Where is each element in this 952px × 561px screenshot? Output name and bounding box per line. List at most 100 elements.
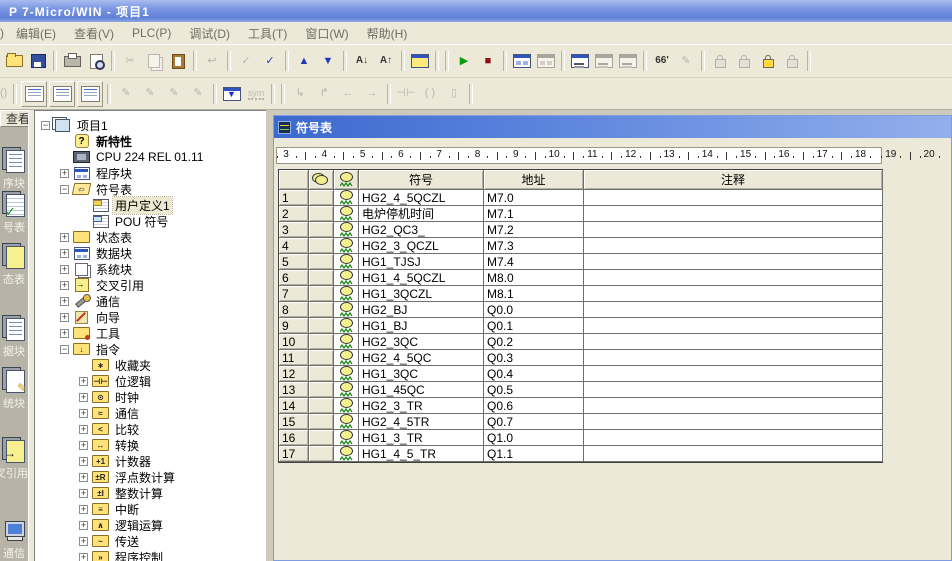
symbol-indicator-cell[interactable] [334, 382, 359, 398]
tree-expand-expand-box[interactable]: + [79, 537, 88, 546]
row-number-cell[interactable]: 11 [279, 350, 309, 366]
row-number-cell[interactable]: 15 [279, 414, 309, 430]
tree-expand-expand-box[interactable]: + [60, 265, 69, 274]
tree-expand-expand-box[interactable]: + [79, 425, 88, 434]
comment-cell[interactable] [584, 382, 883, 398]
navbar-view-header[interactable]: 查看 [0, 110, 28, 127]
tree-item-project[interactable]: −项目1 [35, 117, 266, 133]
symbol-indicator-cell[interactable] [334, 270, 359, 286]
tree-item-pou-symbols[interactable]: POU 符号 [35, 213, 266, 229]
options-button[interactable] [409, 51, 431, 71]
symbol-indicator-cell[interactable] [334, 430, 359, 446]
symbol-indicator-cell[interactable] [334, 414, 359, 430]
symbol-indicator-cell[interactable] [334, 190, 359, 206]
symbol-indicator-cell[interactable] [334, 206, 359, 222]
tree-item-system-block[interactable]: +系统块 [35, 261, 266, 277]
symbol-cell[interactable]: HG2_3QC [359, 334, 484, 350]
tree-expand-expand-box[interactable]: + [60, 297, 69, 306]
upload-button[interactable]: ▲ [293, 51, 315, 71]
unforce-button[interactable]: ✎ [675, 51, 697, 71]
symbol-cell[interactable]: HG2_3_TR [359, 398, 484, 414]
view-lad-button[interactable] [21, 81, 47, 107]
address-cell[interactable]: M7.3 [484, 238, 584, 254]
overlap-indicator-cell[interactable] [309, 270, 334, 286]
symbolic-addressing-button[interactable]: sym [245, 84, 267, 104]
tree-item-status-chart[interactable]: +状态表 [35, 229, 266, 245]
row-number-cell[interactable]: 12 [279, 366, 309, 382]
arrow-up-right-button[interactable]: ↱ [313, 84, 335, 104]
comment-cell[interactable] [584, 334, 883, 350]
overlap-indicator-cell[interactable] [309, 254, 334, 270]
symbol-indicator-cell[interactable] [334, 302, 359, 318]
overlap-indicator-cell[interactable] [309, 430, 334, 446]
tree-expand-expand-box[interactable]: + [60, 313, 69, 322]
row-number-cell[interactable]: 5 [279, 254, 309, 270]
stop-button[interactable]: ■ [477, 51, 499, 71]
insert-contact-button[interactable]: ⊣⊢ [395, 84, 417, 104]
menu-item-fragment[interactable]: ) [0, 24, 7, 42]
symbol-indicator-cell[interactable] [334, 334, 359, 350]
comment-cell[interactable] [584, 446, 883, 462]
comment-cell[interactable] [584, 414, 883, 430]
comment-cell[interactable] [584, 238, 883, 254]
symbol-cell[interactable]: HG1_TJSJ [359, 254, 484, 270]
symbol-cell[interactable]: HG2_4_5QCZL [359, 190, 484, 206]
comment-cell[interactable] [584, 366, 883, 382]
row-number-cell[interactable]: 8 [279, 302, 309, 318]
comment-cell[interactable] [584, 398, 883, 414]
comment-cell[interactable] [584, 190, 883, 206]
cut-button[interactable]: ✂ [119, 51, 141, 71]
overlap-indicator-cell[interactable] [309, 446, 334, 462]
tree-expand-expand-box[interactable]: + [79, 505, 88, 514]
tree-expand-expand-box[interactable]: + [79, 521, 88, 530]
open-button[interactable] [3, 51, 25, 71]
copy-button[interactable] [143, 51, 165, 71]
bookmark-set-button[interactable] [757, 51, 779, 71]
tree-item-bit-logic[interactable]: +⊣⊢位逻辑 [35, 373, 266, 389]
symbol-cell[interactable]: HG1_4_5_TR [359, 446, 484, 462]
bookmark-next-button[interactable] [733, 51, 755, 71]
symbol-cell[interactable]: HG2_QC3_ [359, 222, 484, 238]
tree-item-logical-operations[interactable]: +∧逻辑运算 [35, 517, 266, 533]
tree-expand-expand-box[interactable]: + [79, 377, 88, 386]
tree-item-communications[interactable]: +通信 [35, 293, 266, 309]
symbol-cell[interactable]: HG1_3QCZL [359, 286, 484, 302]
symbol-cell[interactable]: 电炉停机时间 [359, 206, 484, 222]
tree-item-user-defined-1[interactable]: 用户定义1 [35, 197, 266, 213]
address-cell[interactable]: Q0.0 [484, 302, 584, 318]
symbol-table-window-titlebar[interactable]: 符号表 [274, 116, 951, 138]
symbol-indicator-cell[interactable] [334, 366, 359, 382]
row-number-cell[interactable]: 9 [279, 318, 309, 334]
address-cell[interactable]: Q0.2 [484, 334, 584, 350]
navbar-item-communications[interactable]: 通信 [0, 517, 28, 561]
address-cell[interactable]: M7.0 [484, 190, 584, 206]
download-button[interactable]: ▼ [317, 51, 339, 71]
line-down-button[interactable]: ✎ [115, 84, 137, 104]
comment-cell[interactable] [584, 318, 883, 334]
symbol-cell[interactable]: HG2_3_QCZL [359, 238, 484, 254]
overlap-indicator-cell[interactable] [309, 286, 334, 302]
comment-cell[interactable] [584, 350, 883, 366]
address-cell[interactable]: Q0.7 [484, 414, 584, 430]
coil-fragment-button[interactable]: () [0, 84, 9, 104]
view-mixed-button[interactable] [49, 81, 75, 107]
address-cell[interactable]: Q1.1 [484, 446, 584, 462]
address-cell[interactable]: Q0.1 [484, 318, 584, 334]
symbol-indicator-cell[interactable] [334, 238, 359, 254]
tree-item-floating-point-math[interactable]: +±R浮点数计算 [35, 469, 266, 485]
view-network-button[interactable] [77, 81, 103, 107]
row-number-column-header[interactable] [279, 170, 309, 190]
symbol-cell[interactable]: HG1_BJ [359, 318, 484, 334]
row-number-cell[interactable]: 17 [279, 446, 309, 462]
symbol-indicator-cell[interactable] [334, 350, 359, 366]
menu-item-v[interactable]: 查看(V) [65, 23, 123, 44]
tree-item-interrupt[interactable]: +≡中断 [35, 501, 266, 517]
title-bar[interactable]: P 7-Micro/WIN - 项目1 [0, 0, 952, 22]
address-cell[interactable]: Q0.6 [484, 398, 584, 414]
tree-item-cpu[interactable]: CPU 224 REL 01.11 [35, 149, 266, 165]
tree-item-counters[interactable]: ++1计数器 [35, 453, 266, 469]
comment-cell[interactable] [584, 430, 883, 446]
address-cell[interactable]: Q1.0 [484, 430, 584, 446]
tree-item-program-block[interactable]: +程序块 [35, 165, 266, 181]
tree-expand-expand-box[interactable]: + [79, 553, 88, 561]
